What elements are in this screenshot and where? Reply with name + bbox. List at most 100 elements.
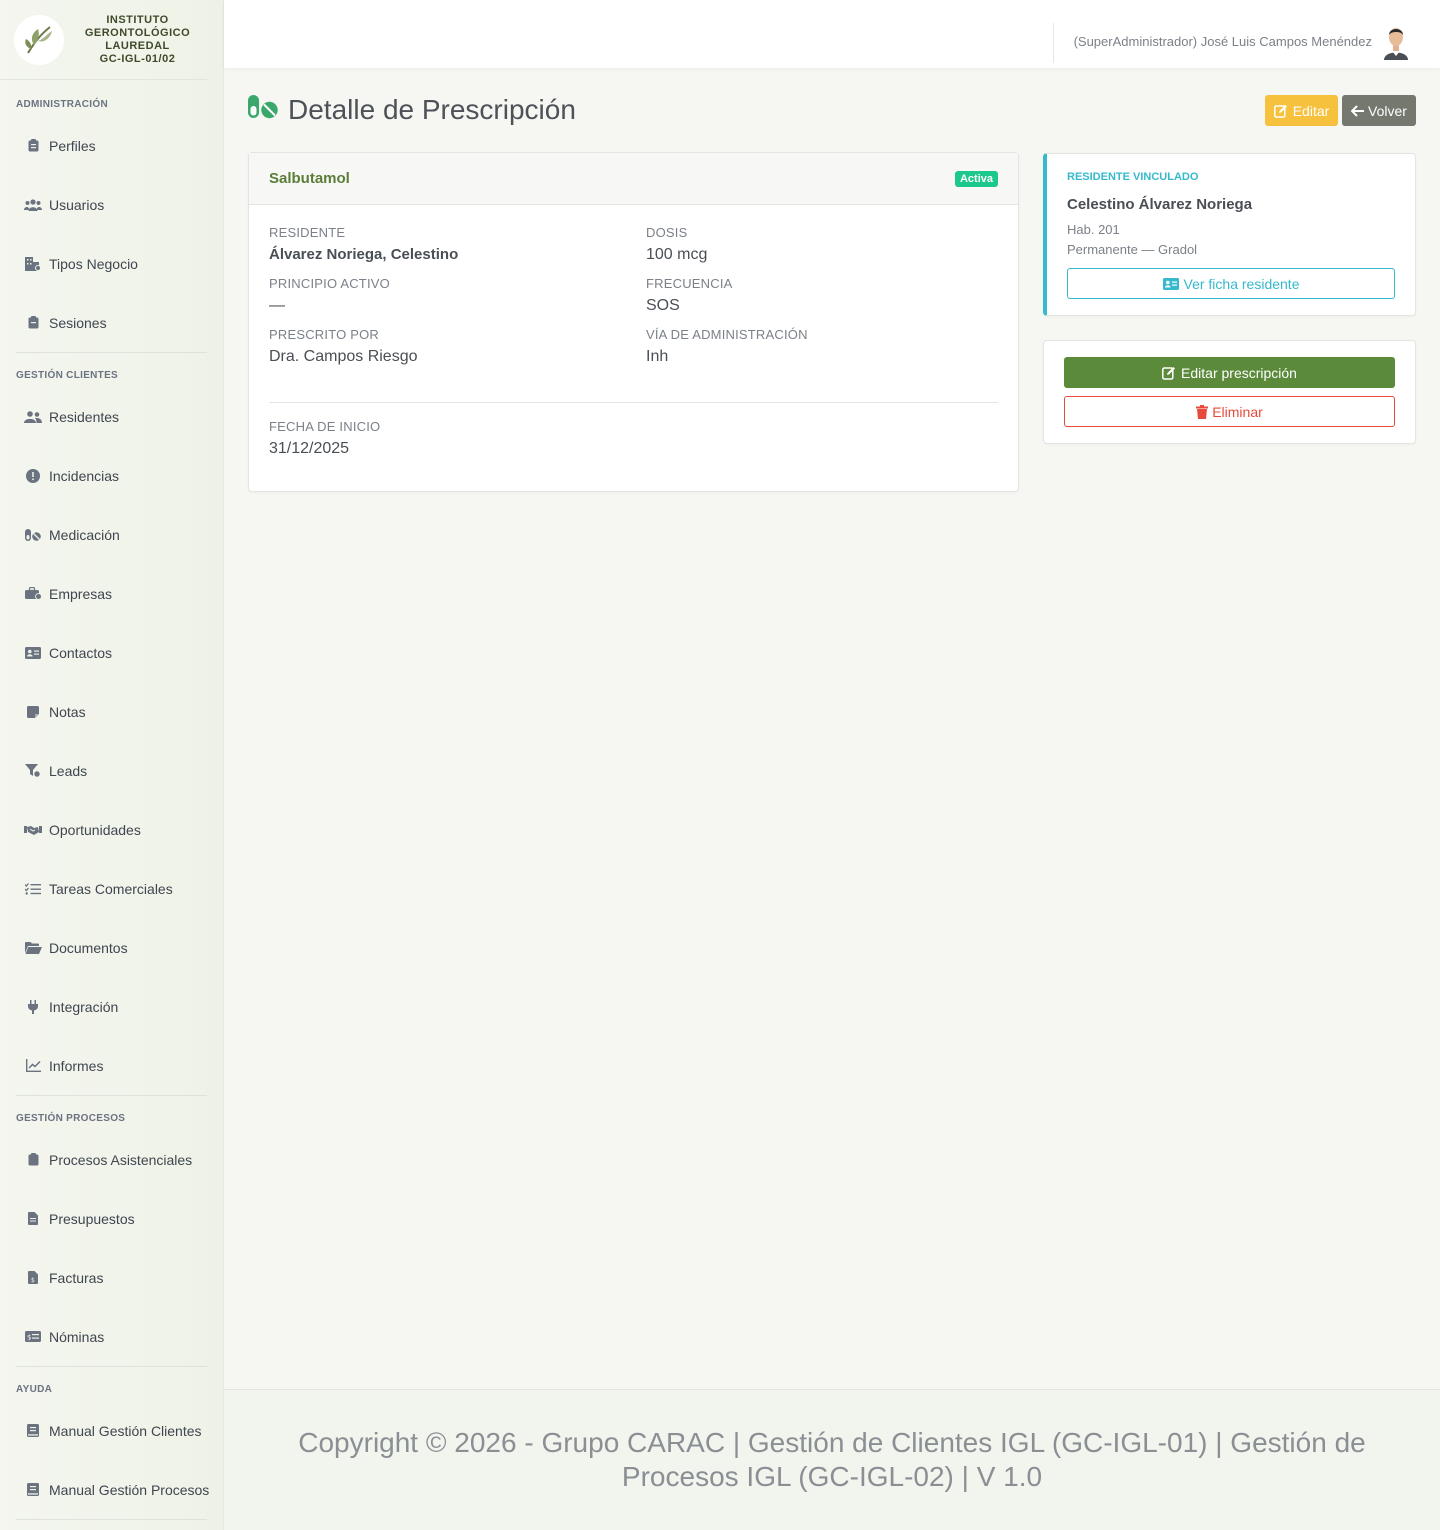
- sidebar-item-usuarios[interactable]: Usuarios: [0, 175, 223, 234]
- sidebar-item-procesos-asistenciales[interactable]: Procesos Asistenciales: [0, 1130, 223, 1189]
- nav-section-title: GESTIÓN CLIENTES: [16, 370, 119, 381]
- sidebar-item-residentes[interactable]: Residentes: [0, 387, 223, 446]
- book-icon: [24, 1483, 42, 1497]
- sidebar-item-manual-gestion-procesos[interactable]: Manual Gestión Procesos: [0, 1460, 223, 1519]
- sidebar-item-integracion[interactable]: Integración: [0, 977, 223, 1036]
- svg-text:$: $: [27, 1334, 31, 1342]
- sidebar-item-label: Oportunidades: [49, 821, 141, 838]
- actions-card: Editar prescripción Eliminar: [1043, 340, 1416, 444]
- handshake-icon: [24, 823, 42, 837]
- user-name[interactable]: (SuperAdministrador) José Luis Campos Me…: [1074, 34, 1372, 49]
- page-title-text: Detalle de Prescripción: [288, 94, 576, 125]
- sidebar-item-tipos-negocio[interactable]: Tipos Negocio: [0, 234, 223, 293]
- brand-line-3: LAUREDAL: [105, 39, 170, 52]
- sidebar-item-manual-gestion-clientes[interactable]: Manual Gestión Clientes: [0, 1401, 223, 1460]
- sidebar-item-empresas[interactable]: Empresas: [0, 564, 223, 623]
- pills-icon: [24, 528, 42, 542]
- id-card-icon: [24, 646, 42, 660]
- sidebar-item-leads[interactable]: Leads: [0, 741, 223, 800]
- field-label: VÍA DE ADMINISTRACIÓN: [646, 327, 808, 342]
- sidebar-item-incidencias[interactable]: Incidencias: [0, 446, 223, 505]
- edit-icon: [1273, 104, 1288, 118]
- edit-prescription-button[interactable]: Editar prescripción: [1064, 357, 1395, 388]
- sidebar-item-contactos[interactable]: Contactos: [0, 623, 223, 682]
- sidebar: INSTITUTO GERONTOLÓGICO LAUREDAL GC-IGL-…: [0, 0, 224, 1530]
- prescription-card: Salbutamol Activa RESIDENTE Álvarez Nori…: [248, 152, 1019, 492]
- edit-prescription-label: Editar prescripción: [1181, 364, 1297, 381]
- view-resident-label: Ver ficha residente: [1183, 275, 1300, 292]
- sidebar-item-perfiles[interactable]: Perfiles: [0, 116, 223, 175]
- sidebar-item-label: Facturas: [49, 1269, 104, 1286]
- nav-section-title: AYUDA: [16, 1384, 53, 1395]
- sidebar-item-label: Informes: [49, 1057, 104, 1074]
- field-frecuencia: FRECUENCIA SOS: [646, 276, 733, 315]
- sidebar-item-label: Manual Gestión Clientes: [49, 1422, 202, 1439]
- linked-resident-name: Celestino Álvarez Noriega: [1067, 196, 1253, 213]
- field-residente: RESIDENTE Álvarez Noriega, Celestino: [269, 225, 458, 263]
- sidebar-item-notas[interactable]: Notas: [0, 682, 223, 741]
- arrow-left-icon: [1351, 104, 1365, 117]
- field-prescrito-por: PRESCRITO POR Dra. Campos Riesgo: [269, 327, 418, 366]
- sidebar-item-label: Tareas Comerciales: [49, 880, 173, 897]
- sidebar-item-documentos[interactable]: Documentos: [0, 918, 223, 977]
- footer: Copyright © 2026 - Grupo CARAC | Gestión…: [224, 1389, 1440, 1530]
- view-resident-button[interactable]: Ver ficha residente: [1067, 268, 1395, 299]
- funnel-icon: [24, 763, 42, 778]
- sidebar-item-nominas[interactable]: $ Nóminas: [0, 1307, 223, 1366]
- edit-button[interactable]: Editar: [1265, 95, 1338, 126]
- sticky-note-icon: [24, 705, 42, 719]
- field-value: —: [269, 297, 285, 314]
- pills-icon: [248, 94, 278, 126]
- field-label: FRECUENCIA: [646, 276, 733, 291]
- sidebar-item-tareas-comerciales[interactable]: Tareas Comerciales: [0, 859, 223, 918]
- back-button[interactable]: Volver: [1342, 95, 1416, 126]
- sidebar-item-label: Incidencias: [49, 467, 120, 484]
- id-card-icon: [1162, 277, 1179, 290]
- brand[interactable]: INSTITUTO GERONTOLÓGICO LAUREDAL GC-IGL-…: [0, 0, 207, 80]
- field-value: 100 mcg: [646, 246, 708, 263]
- field-value: 31/12/2025: [269, 440, 350, 457]
- building-icon: [24, 256, 42, 271]
- back-button-label: Volver: [1368, 102, 1407, 119]
- trash-icon: [1196, 404, 1209, 419]
- clipboard-icon: [24, 316, 42, 330]
- delete-button[interactable]: Eliminar: [1064, 396, 1395, 427]
- field-label: DOSIS: [646, 225, 688, 240]
- sidebar-item-informes[interactable]: Informes: [0, 1036, 223, 1095]
- sidebar-item-label: Presupuestos: [49, 1210, 135, 1227]
- topbar: (SuperAdministrador) José Luis Campos Me…: [224, 0, 1440, 68]
- field-label: FECHA DE INICIO: [269, 419, 381, 434]
- briefcase-icon: [24, 587, 42, 601]
- field-value: Álvarez Noriega, Celestino: [269, 246, 459, 263]
- book-icon: [24, 1424, 42, 1438]
- field-fecha-inicio: FECHA DE INICIO 31/12/2025: [269, 419, 380, 458]
- sidebar-item-label: Usuarios: [49, 196, 105, 213]
- field-label: PRESCRITO POR: [269, 327, 379, 342]
- sidebar-item-medicacion[interactable]: Medicación: [0, 505, 223, 564]
- sidebar-item-presupuestos[interactable]: Presupuestos: [0, 1189, 223, 1248]
- sidebar-item-sesiones[interactable]: Sesiones: [0, 293, 223, 352]
- linked-resident-card: RESIDENTE VINCULADO Celestino Álvarez No…: [1043, 153, 1416, 316]
- nav-divider: [16, 1519, 207, 1520]
- brand-line-4: GC-IGL-01/02: [99, 52, 176, 65]
- sidebar-item-oportunidades[interactable]: Oportunidades: [0, 800, 223, 859]
- clipboard-icon: [24, 139, 42, 153]
- topbar-divider: [1053, 23, 1054, 63]
- sidebar-item-label: Medicación: [49, 526, 120, 543]
- field-value: Inh: [646, 348, 669, 365]
- logo-icon: [14, 14, 64, 65]
- sidebar-item-label: Procesos Asistenciales: [49, 1151, 193, 1168]
- sidebar-item-label: Tipos Negocio: [49, 255, 138, 272]
- status-badge: Activa: [954, 170, 998, 187]
- page-title: Detalle de Prescripción: [248, 92, 576, 128]
- delete-label: Eliminar: [1212, 403, 1263, 420]
- file-icon: [24, 1212, 42, 1226]
- sidebar-item-label: Leads: [49, 762, 88, 779]
- avatar[interactable]: [1380, 24, 1412, 60]
- sidebar-item-label: Integración: [49, 998, 119, 1015]
- sidebar-item-facturas[interactable]: $ Facturas: [0, 1248, 223, 1307]
- footer-copyright: Copyright © 2026 - Grupo CARAC | Gestión…: [298, 1427, 1366, 1492]
- tasks-icon: [24, 882, 42, 896]
- sidebar-item-label: Documentos: [49, 939, 128, 956]
- linked-resident-label: RESIDENTE VINCULADO: [1067, 171, 1199, 183]
